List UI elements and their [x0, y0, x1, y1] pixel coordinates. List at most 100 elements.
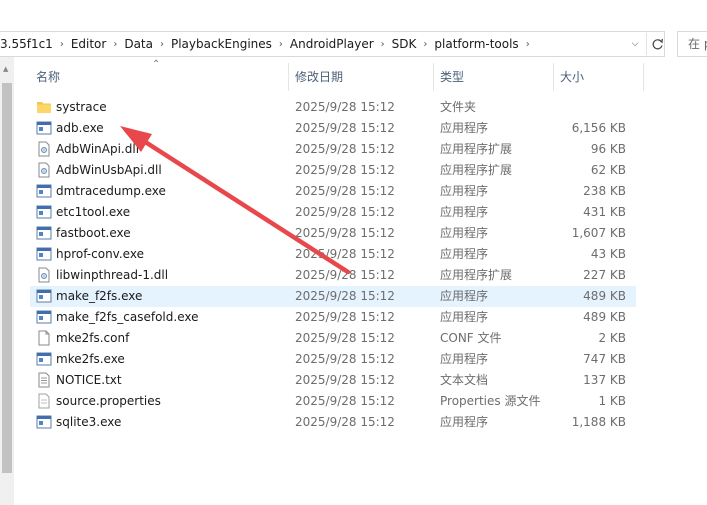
navigation-pane-scrollbar[interactable]: ▲	[0, 57, 14, 505]
file-size: 238 KB	[583, 184, 626, 198]
file-row[interactable]: mke2fs.conf 2025/9/28 15:12 CONF 文件 2 KB	[30, 328, 636, 349]
file-type: 应用程序	[440, 184, 489, 198]
column-header: 名称 修改日期 类型 大小	[14, 57, 707, 93]
file-size: 1,188 KB	[571, 415, 626, 429]
file-name: systrace	[56, 100, 107, 114]
properties-file-icon	[36, 393, 52, 409]
dll-icon	[36, 267, 52, 283]
breadcrumb-separator-icon[interactable]: ›	[525, 39, 531, 50]
breadcrumb-item[interactable]: AndroidPlayer	[284, 32, 380, 56]
file-size: 43 KB	[590, 247, 626, 261]
file-date: 2025/9/28 15:12	[295, 352, 395, 366]
file-type: CONF 文件	[440, 331, 502, 345]
exe-icon	[36, 204, 52, 220]
search-input[interactable]: 在 platform-tools 中搜索	[677, 31, 707, 57]
file-date: 2025/9/28 15:12	[295, 121, 395, 135]
folder-icon	[36, 99, 52, 115]
file-size: 1 KB	[598, 394, 626, 408]
scrollbar-thumb[interactable]	[2, 83, 12, 473]
file-size: 489 KB	[583, 289, 626, 303]
exe-icon	[36, 414, 52, 430]
file-name: mke2fs.conf	[56, 331, 130, 345]
file-row[interactable]: dmtracedump.exe 2025/9/28 15:12 应用程序 238 KB	[30, 181, 636, 202]
file-row[interactable]: AdbWinUsbApi.dll 2025/9/28 15:12 应用程序扩展 62 …	[30, 160, 636, 181]
exe-icon	[36, 183, 52, 199]
file-date: 2025/9/28 15:12	[295, 184, 395, 198]
file-name: AdbWinUsbApi.dll	[56, 163, 162, 177]
text-file-icon	[36, 372, 52, 388]
file-size: 62 KB	[590, 163, 626, 177]
file-row[interactable]: AdbWinApi.dll 2025/9/28 15:12 应用程序扩展 96 KB	[30, 139, 636, 160]
file-date: 2025/9/28 15:12	[295, 310, 395, 324]
breadcrumb-item[interactable]: SDK	[386, 32, 423, 56]
file-name: make_f2fs.exe	[56, 289, 143, 303]
breadcrumb-item[interactable]: Data	[118, 32, 159, 56]
file-size: 227 KB	[583, 268, 626, 282]
file-type: 应用程序	[440, 310, 489, 324]
file-name: libwinpthread-1.dll	[56, 268, 169, 282]
address-bar[interactable]: 3.55f1c1 › Editor › Data › PlaybackEngines › And…	[0, 31, 665, 57]
file-type: 应用程序	[440, 247, 489, 261]
file-type: 应用程序	[440, 415, 489, 429]
breadcrumb-item[interactable]: 3.55f1c1	[0, 32, 59, 56]
file-type: 应用程序扩展	[440, 163, 513, 177]
exe-icon	[36, 246, 52, 262]
file-date: 2025/9/28 15:12	[295, 331, 395, 345]
file-name: NOTICE.txt	[56, 373, 122, 387]
exe-icon	[36, 288, 52, 304]
exe-icon	[36, 120, 52, 136]
file-type: 应用程序	[440, 352, 489, 366]
column-date[interactable]: 修改日期	[288, 57, 433, 93]
file-type: 应用程序扩展	[440, 142, 513, 156]
breadcrumb-item[interactable]: Editor	[65, 32, 113, 56]
file-row[interactable]: make_f2fs_casefold.exe 2025/9/28 15:12 应用程…	[30, 307, 636, 328]
file-name: sqlite3.exe	[56, 415, 122, 429]
file-name: dmtracedump.exe	[56, 184, 166, 198]
file-type: 文本文档	[440, 373, 489, 387]
file-date: 2025/9/28 15:12	[295, 205, 395, 219]
file-row[interactable]: etc1tool.exe 2025/9/28 15:12 应用程序 431 KB	[30, 202, 636, 223]
file-row[interactable]: make_f2fs.exe 2025/9/28 15:12 应用程序 489 KB	[30, 286, 636, 307]
file-type: 应用程序	[440, 205, 489, 219]
file-date: 2025/9/28 15:12	[295, 289, 395, 303]
file-date: 2025/9/28 15:12	[295, 415, 395, 429]
file-date: 2025/9/28 15:12	[295, 394, 395, 408]
dll-icon	[36, 141, 52, 157]
breadcrumb-item[interactable]: platform-tools	[428, 32, 524, 56]
file-size: 747 KB	[583, 352, 626, 366]
file-name: AdbWinApi.dll	[56, 142, 140, 156]
file-row[interactable]: libwinpthread-1.dll 2025/9/28 15:12 应用程序扩展…	[30, 265, 636, 286]
address-history-chevron-icon[interactable]: ⌵	[627, 36, 643, 52]
file-row[interactable]: sqlite3.exe 2025/9/28 15:12 应用程序 1,188 KB	[30, 412, 636, 433]
file-type: 应用程序	[440, 226, 489, 240]
file-size: 489 KB	[583, 310, 626, 324]
column-size[interactable]: 大小	[553, 57, 643, 93]
file-row[interactable]: fastboot.exe 2025/9/28 15:12 应用程序 1,607 KB	[30, 223, 636, 244]
refresh-icon	[652, 38, 663, 49]
file-row[interactable]: NOTICE.txt 2025/9/28 15:12 文本文档 137 KB	[30, 370, 636, 391]
file-name: mke2fs.exe	[56, 352, 125, 366]
breadcrumb-item[interactable]: PlaybackEngines	[165, 32, 278, 56]
file-type: 应用程序	[440, 289, 489, 303]
file-row[interactable]: adb.exe 2025/9/28 15:12 应用程序 6,156 KB	[30, 118, 636, 139]
file-row[interactable]: hprof-conv.exe 2025/9/28 15:12 应用程序 43 KB	[30, 244, 636, 265]
file-date: 2025/9/28 15:12	[295, 163, 395, 177]
exe-icon	[36, 351, 52, 367]
window-top-area	[0, 0, 707, 31]
file-type: 应用程序扩展	[440, 268, 513, 282]
file-name: etc1tool.exe	[56, 205, 131, 219]
file-type: 应用程序	[440, 121, 489, 135]
refresh-button[interactable]	[646, 33, 667, 55]
column-type[interactable]: 类型	[433, 57, 553, 93]
file-row[interactable]: mke2fs.exe 2025/9/28 15:12 应用程序 747 KB	[30, 349, 636, 370]
file-size: 2 KB	[598, 331, 626, 345]
file-row[interactable]: source.properties 2025/9/28 15:12 Properti…	[30, 391, 636, 412]
file-name: adb.exe	[56, 121, 104, 135]
file-date: 2025/9/28 15:12	[295, 373, 395, 387]
scroll-up-icon[interactable]: ▲	[3, 65, 8, 73]
exe-icon	[36, 309, 52, 325]
file-row[interactable]: systrace 2025/9/28 15:12 文件夹	[30, 97, 636, 118]
file-name: make_f2fs_casefold.exe	[56, 310, 199, 324]
file-date: 2025/9/28 15:12	[295, 142, 395, 156]
file-date: 2025/9/28 15:12	[295, 268, 395, 282]
